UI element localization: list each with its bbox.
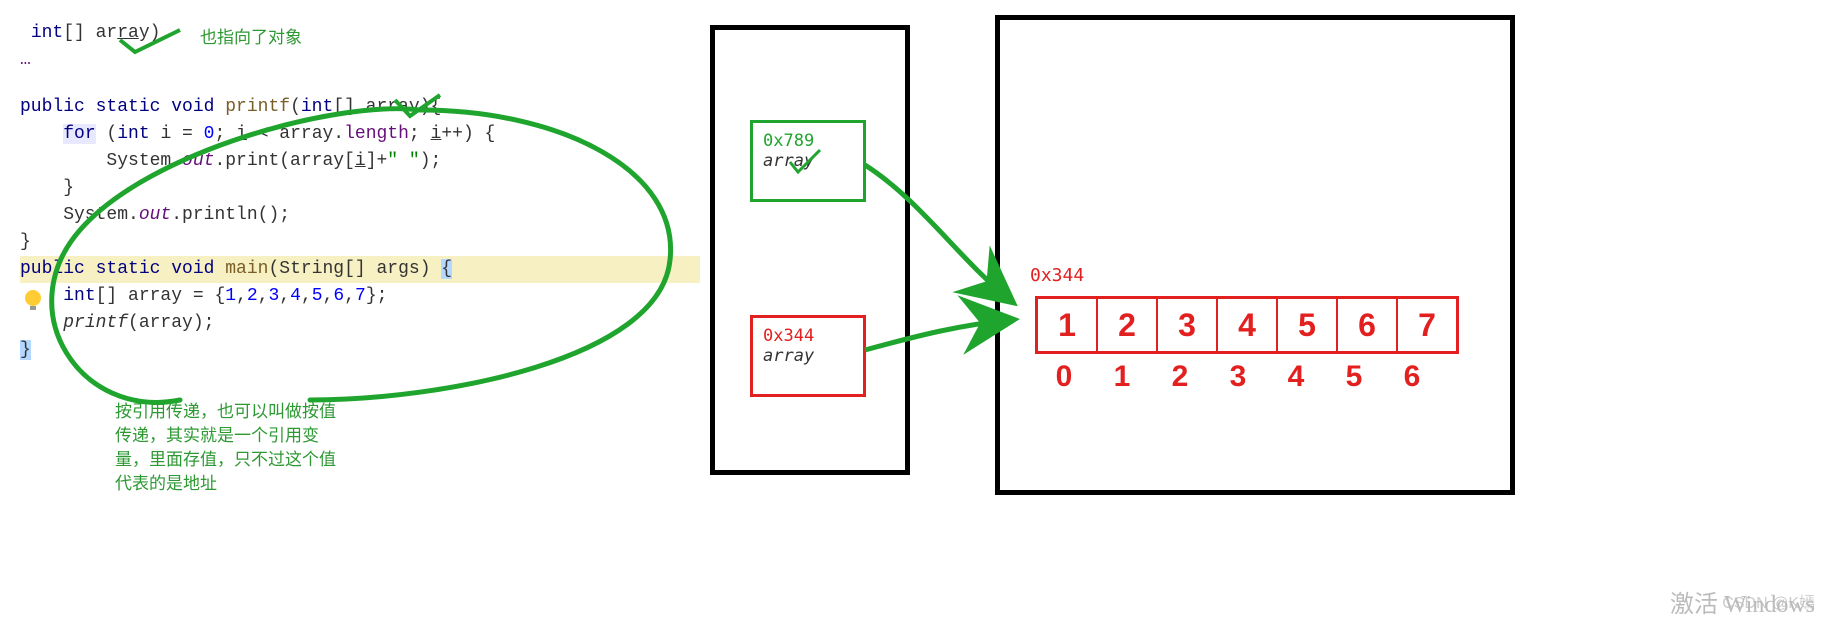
stack-region [710, 25, 910, 475]
heap-object-address: 0x344 [1030, 265, 1084, 286]
stack-frame-addr: 0x789 [763, 131, 853, 151]
array-cell: 6 [1338, 299, 1398, 351]
array-cell: 3 [1158, 299, 1218, 351]
array-cell: 1 [1038, 299, 1098, 351]
index-cell: 6 [1383, 360, 1441, 394]
stack-frame-var: array [763, 346, 853, 366]
code-snippet-top: int[] array) [20, 20, 700, 47]
heap-array: 1 2 3 4 5 6 7 [1035, 296, 1459, 354]
windows-watermark: 激活 Windows [1670, 584, 1815, 619]
stack-frame-addr: 0x344 [763, 326, 853, 346]
index-cell: 5 [1325, 360, 1383, 394]
code-snippet-cut: … [20, 47, 700, 74]
index-cell: 0 [1035, 360, 1093, 394]
stack-frame-main: 0x344 array [750, 315, 866, 397]
code-line-9: printf(array); [20, 310, 700, 337]
code-line-1: public static void printf(int[] array){ [20, 94, 700, 121]
code-line-8: int[] array = {1,2,3,4,5,6,7}; [20, 283, 700, 310]
code-line-4: } [20, 175, 700, 202]
code-line-5: System.out.println(); [20, 202, 700, 229]
stack-frame-var: array [763, 151, 853, 171]
array-cell: 7 [1398, 299, 1456, 351]
annotation-top: 也指向了对象 [200, 26, 302, 50]
index-cell: 2 [1151, 360, 1209, 394]
array-cell: 2 [1098, 299, 1158, 351]
stack-frame-printf: 0x789 array [750, 120, 866, 202]
array-cell: 4 [1218, 299, 1278, 351]
code-line-3: System.out.print(array[i]+" "); [20, 148, 700, 175]
code-line-6: } [20, 229, 700, 256]
heap-array-indexes: 0 1 2 3 4 5 6 [1035, 360, 1441, 394]
code-line-2: for (int i = 0; i < array.length; i++) { [20, 121, 700, 148]
code-line-7: public static void main(String[] args) { [20, 256, 700, 283]
annotation-bottom: 按引用传递，也可以叫做按值 传递，其实就是一个引用变 量，里面存值，只不过这个值… [115, 400, 336, 496]
code-line-10: } [20, 337, 700, 364]
index-cell: 1 [1093, 360, 1151, 394]
index-cell: 3 [1209, 360, 1267, 394]
heap-region [995, 15, 1515, 495]
index-cell: 4 [1267, 360, 1325, 394]
lightbulb-icon [25, 290, 41, 306]
array-cell: 5 [1278, 299, 1338, 351]
code-editor: int[] array) 也指向了对象 … public static void… [20, 20, 700, 364]
